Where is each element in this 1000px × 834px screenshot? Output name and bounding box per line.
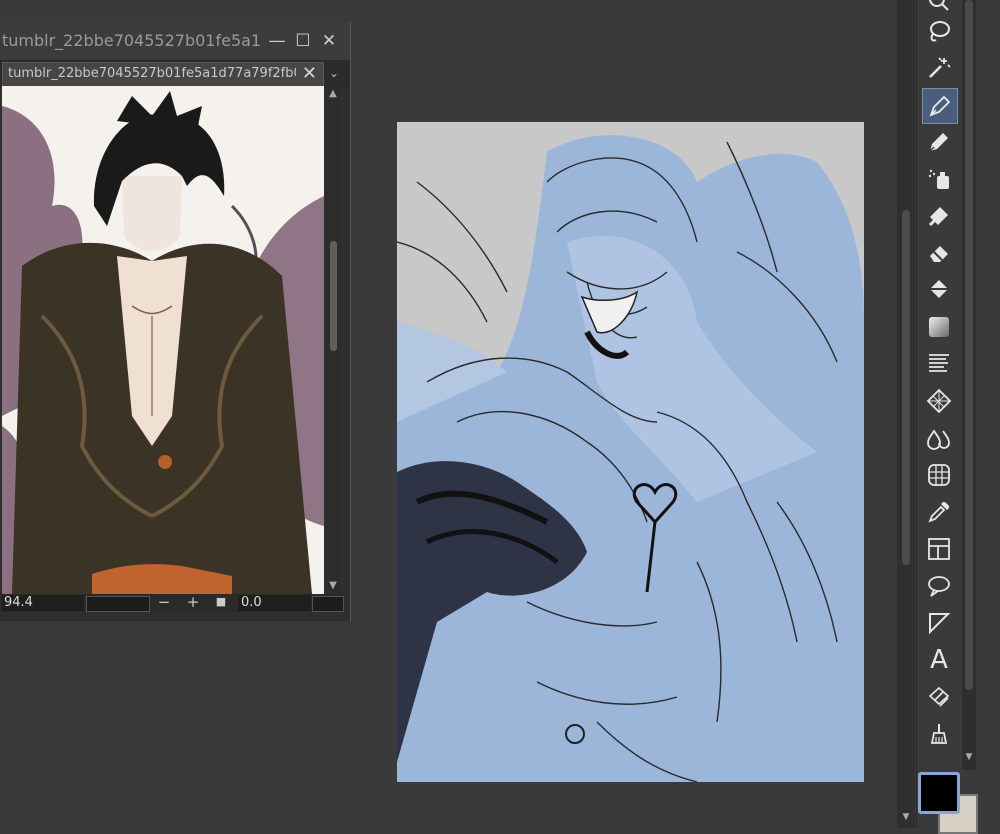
scroll-down-icon[interactable]: ▼: [325, 578, 341, 594]
pencil-icon: [929, 133, 948, 152]
reference-image[interactable]: [2, 86, 324, 594]
zoom-input[interactable]: 94.4: [2, 595, 84, 611]
brush-tool-button[interactable]: [922, 199, 956, 233]
canvas-scroll-thumb[interactable]: [902, 210, 910, 565]
balloon-icon: [928, 576, 950, 597]
magic-wand-tool-button[interactable]: [922, 51, 956, 85]
zoom-in-button[interactable]: +: [183, 593, 203, 611]
right-panel-edge: [978, 0, 1000, 828]
foreground-color-swatch[interactable]: [918, 772, 960, 814]
tool-palette-scroll-thumb[interactable]: [965, 0, 973, 690]
sub-view-scrollbar[interactable]: ▲ ▼: [325, 86, 341, 594]
zoom-out-button[interactable]: −: [154, 593, 174, 611]
fill-tool-button[interactable]: [922, 273, 956, 307]
eyedropper-icon: [928, 501, 950, 523]
frame-tool-button[interactable]: [922, 532, 956, 566]
sub-view-tab[interactable]: tumblr_22bbe7045527b01fe5a1d77a79f2fb0 ✕: [2, 62, 324, 88]
zoom-slider[interactable]: [86, 596, 150, 612]
sub-view-window: tumblr_22bbe7045527b01fe5a1d — ☐ ✕ tumbl…: [0, 22, 351, 621]
sub-view-tabbar: tumblr_22bbe7045527b01fe5a1d77a79f2fb0 ✕…: [0, 60, 350, 88]
magic-wand-icon: [929, 57, 951, 78]
tab-close-icon[interactable]: ✕: [302, 63, 317, 84]
fill-bucket-icon: [930, 280, 948, 298]
sub-view-titlebar[interactable]: tumblr_22bbe7045527b01fe5a1d — ☐ ✕: [0, 22, 350, 60]
eyedropper-tool-button[interactable]: [922, 495, 956, 529]
drawing-canvas[interactable]: [397, 122, 864, 782]
minimize-icon: —: [268, 31, 286, 51]
clean-tool-button[interactable]: [922, 717, 956, 751]
hatching-icon: [929, 354, 949, 372]
airbrush-icon: [928, 169, 949, 189]
pen-icon: [929, 95, 951, 117]
gradient-icon: [929, 317, 949, 337]
broom-icon: [930, 724, 948, 744]
correct-line-icon: [928, 686, 950, 707]
rotation-slider[interactable]: [312, 596, 344, 612]
lasso-tool-button[interactable]: [922, 14, 956, 48]
maximize-button[interactable]: ☐: [291, 30, 315, 52]
reference-illustration: [2, 86, 324, 594]
close-button[interactable]: ✕: [317, 30, 341, 52]
correct-line-tool-button[interactable]: [922, 680, 956, 714]
text-tool-button[interactable]: A: [922, 643, 956, 677]
gradient-tool-button[interactable]: [922, 310, 956, 344]
lasso-icon: [930, 21, 950, 42]
canvas-scrollbar[interactable]: [897, 0, 915, 828]
sub-view-controls: 94.4 − + ■ 0.0: [0, 593, 344, 613]
tool-palette-scrollbar[interactable]: ▼: [962, 0, 976, 770]
grid-ruler-tool-button[interactable]: [922, 458, 956, 492]
sketch-artwork: [397, 122, 864, 782]
airbrush-tool-button[interactable]: [922, 162, 956, 196]
grid-icon: [928, 464, 950, 486]
text-icon: A: [930, 645, 948, 675]
zoom-icon: [929, 0, 949, 11]
balloon-tool-button[interactable]: [922, 569, 956, 603]
pen-tool-button[interactable]: [922, 88, 958, 124]
pencil-tool-button[interactable]: [922, 125, 956, 159]
maximize-icon: ☐: [295, 31, 311, 51]
fit-button[interactable]: ■: [211, 595, 231, 613]
brush-icon: [928, 207, 948, 227]
tone-tool-button[interactable]: [922, 384, 956, 418]
eraser-tool-button[interactable]: [922, 236, 956, 270]
scroll-thumb[interactable]: [330, 241, 337, 351]
eraser-icon: [930, 246, 948, 262]
color-indicator: [916, 770, 1000, 834]
rotation-input[interactable]: 0.0: [238, 595, 311, 611]
ruler-tool-button[interactable]: [922, 606, 956, 640]
sub-view-title: tumblr_22bbe7045527b01fe5a1d: [2, 31, 260, 50]
blend-drops-icon: [927, 429, 950, 450]
scroll-up-icon[interactable]: ▲: [325, 86, 341, 102]
sub-view-tab-label: tumblr_22bbe7045527b01fe5a1d77a79f2fb0: [8, 66, 296, 81]
tool-palette: A: [916, 0, 965, 828]
close-icon: ✕: [321, 31, 337, 51]
frame-icon: [928, 538, 950, 560]
minimize-button[interactable]: —: [265, 30, 289, 52]
ruler-icon: [929, 613, 951, 635]
tab-dropdown-icon[interactable]: ⌄: [326, 66, 342, 84]
hatching-tool-button[interactable]: [922, 347, 956, 381]
tool-scroll-down-icon[interactable]: ▼: [962, 752, 976, 768]
blend-tool-button[interactable]: [922, 421, 956, 455]
tone-icon: [926, 388, 952, 414]
canvas-scroll-down-icon[interactable]: ▼: [898, 812, 914, 828]
